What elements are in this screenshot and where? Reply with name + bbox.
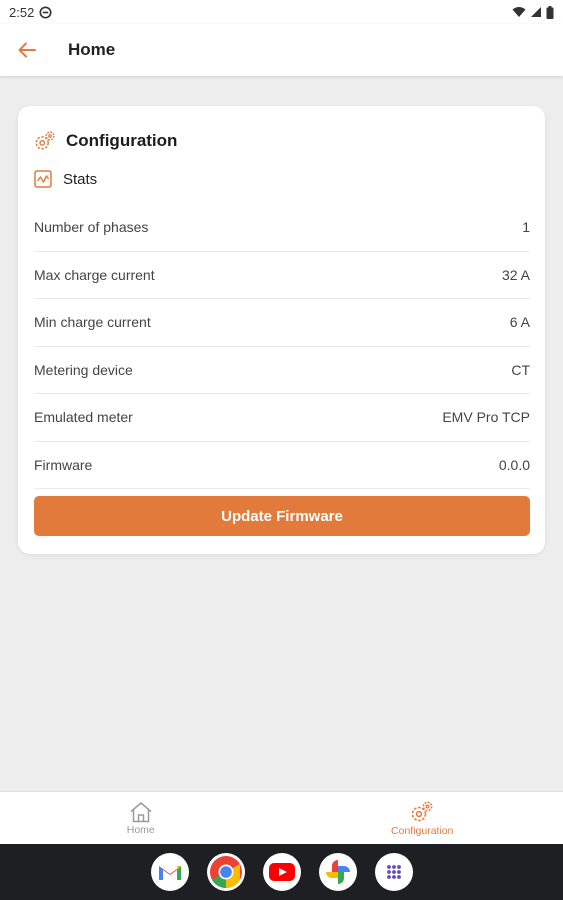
stat-value: 6 A: [509, 314, 530, 331]
stats-header: Stats: [34, 170, 97, 188]
nav-label-configuration: Configuration: [391, 825, 454, 837]
status-left: 2:52: [9, 5, 52, 20]
page-title: Home: [68, 40, 116, 59]
card-header: Configuration: [34, 130, 177, 152]
card-title: Configuration: [66, 131, 178, 150]
stat-row-emulated-meter: Emulated meter EMV Pro TCP: [34, 394, 530, 442]
update-firmware-button[interactable]: Update Firmware: [34, 496, 530, 536]
configuration-card: Configuration Stats Number of phases 1 M…: [18, 106, 545, 554]
back-button[interactable]: [16, 39, 38, 61]
youtube-icon[interactable]: [262, 853, 301, 891]
stat-row-max-current: Max charge current 32 A: [34, 252, 530, 299]
app-drawer-icon[interactable]: [374, 853, 413, 891]
stat-row-phases: Number of phases 1: [34, 204, 530, 252]
signal-icon: [531, 7, 541, 17]
bottom-navigation: Home Configuration: [0, 791, 563, 845]
stat-label: Number of phases: [34, 219, 149, 236]
nav-item-home[interactable]: Home: [0, 792, 282, 845]
gears-icon: [35, 131, 55, 150]
arrow-left-icon: [18, 42, 36, 58]
stat-value: 32 A: [501, 266, 530, 283]
nav-label-home: Home: [126, 824, 155, 836]
gmail-icon[interactable]: [150, 853, 189, 891]
chart-icon: [34, 170, 52, 188]
status-time: 2:52: [9, 4, 35, 20]
dnd-icon: [39, 5, 52, 19]
stat-label: Min charge current: [34, 314, 151, 331]
battery-icon: [546, 5, 554, 19]
taskbar: [0, 844, 563, 900]
stat-label: Max charge current: [34, 266, 155, 283]
status-right: [512, 5, 554, 19]
gears-icon: [411, 801, 433, 822]
stat-value: EMV Pro TCP: [442, 409, 530, 426]
stat-value: CT: [511, 361, 530, 378]
photos-icon[interactable]: [318, 853, 357, 891]
status-bar: 2:52: [0, 0, 563, 24]
stat-row-min-current: Min charge current 6 A: [34, 299, 530, 347]
stat-label: Metering device: [34, 361, 133, 378]
stat-label: Firmware: [34, 456, 93, 473]
app-bar: Home: [0, 24, 563, 76]
stat-value: 0.0.0: [498, 456, 530, 473]
nav-item-configuration[interactable]: Configuration: [282, 792, 563, 845]
stat-row-metering-device: Metering device CT: [34, 347, 530, 394]
home-icon: [130, 802, 152, 823]
chrome-icon[interactable]: [206, 853, 245, 891]
wifi-icon: [512, 7, 526, 17]
stat-row-firmware: Firmware 0.0.0: [34, 442, 530, 489]
stats-list: Number of phases 1 Max charge current 32…: [34, 204, 530, 489]
stats-label: Stats: [63, 170, 98, 188]
stat-label: Emulated meter: [34, 409, 133, 426]
stat-value: 1: [522, 219, 530, 236]
